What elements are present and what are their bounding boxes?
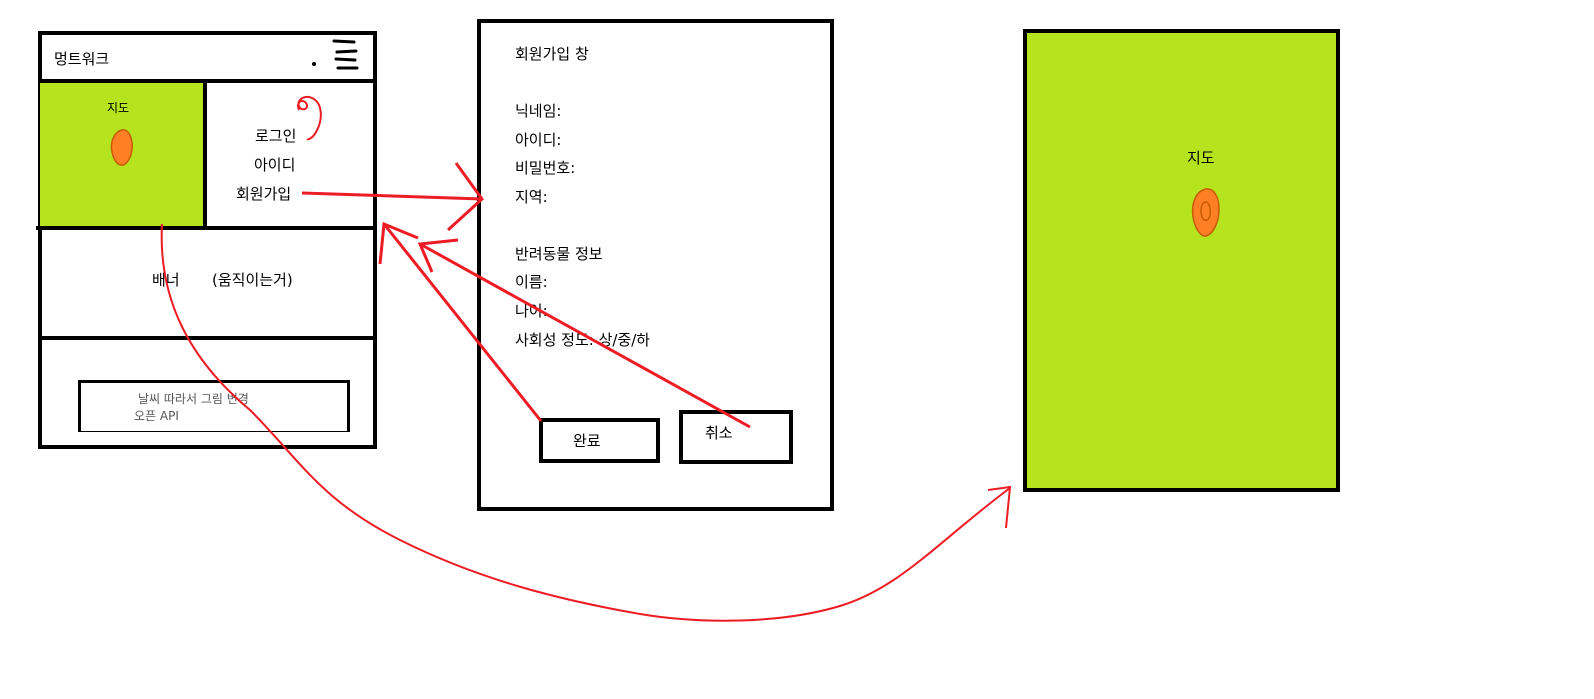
map-pin-icon xyxy=(109,128,135,168)
map-screen[interactable] xyxy=(1023,29,1340,492)
id-link[interactable]: 아이디 xyxy=(254,156,295,174)
banner-label: 배너 xyxy=(152,271,180,289)
arrowhead-cancel-to-main xyxy=(417,238,459,273)
app-title: 멍트워크 xyxy=(54,50,110,68)
banner-divider xyxy=(38,336,377,340)
password-field-label: 비밀번호: xyxy=(515,159,576,177)
weather-line-1: 날씨 따라서 그림 변경 xyxy=(138,392,249,406)
region-field-label: 지역: xyxy=(515,188,548,206)
arrowhead-complete-to-main xyxy=(378,221,419,265)
banner-note: (움직이는거) xyxy=(212,271,293,289)
nickname-field-label: 닉네임: xyxy=(515,102,562,120)
pet-section-title: 반려동물 정보 xyxy=(515,245,603,263)
pet-age-field-label: 나이: xyxy=(515,302,548,320)
map-pin-icon xyxy=(1189,187,1223,239)
id-field-label: 아이디: xyxy=(515,131,562,149)
signup-title: 회원가입 창 xyxy=(515,45,589,63)
map-label: 지도 xyxy=(107,101,130,115)
arrowhead-map-to-mapscreen xyxy=(987,485,1012,529)
weather-line-2: 오픈 API xyxy=(134,409,179,423)
map-divider xyxy=(36,226,377,230)
hamburger-menu-icon[interactable] xyxy=(310,37,360,73)
cancel-button[interactable] xyxy=(679,410,793,464)
cancel-button-label: 취소 xyxy=(705,424,733,442)
red-scribble-icon xyxy=(283,90,328,145)
pet-name-field-label: 이름: xyxy=(515,273,548,291)
complete-button-label: 완료 xyxy=(573,432,601,450)
map-screen-label: 지도 xyxy=(1187,149,1215,167)
signup-link[interactable]: 회원가입 xyxy=(236,185,291,203)
sociability-field-label: 사회성 정도: 상/중/하 xyxy=(515,331,651,349)
